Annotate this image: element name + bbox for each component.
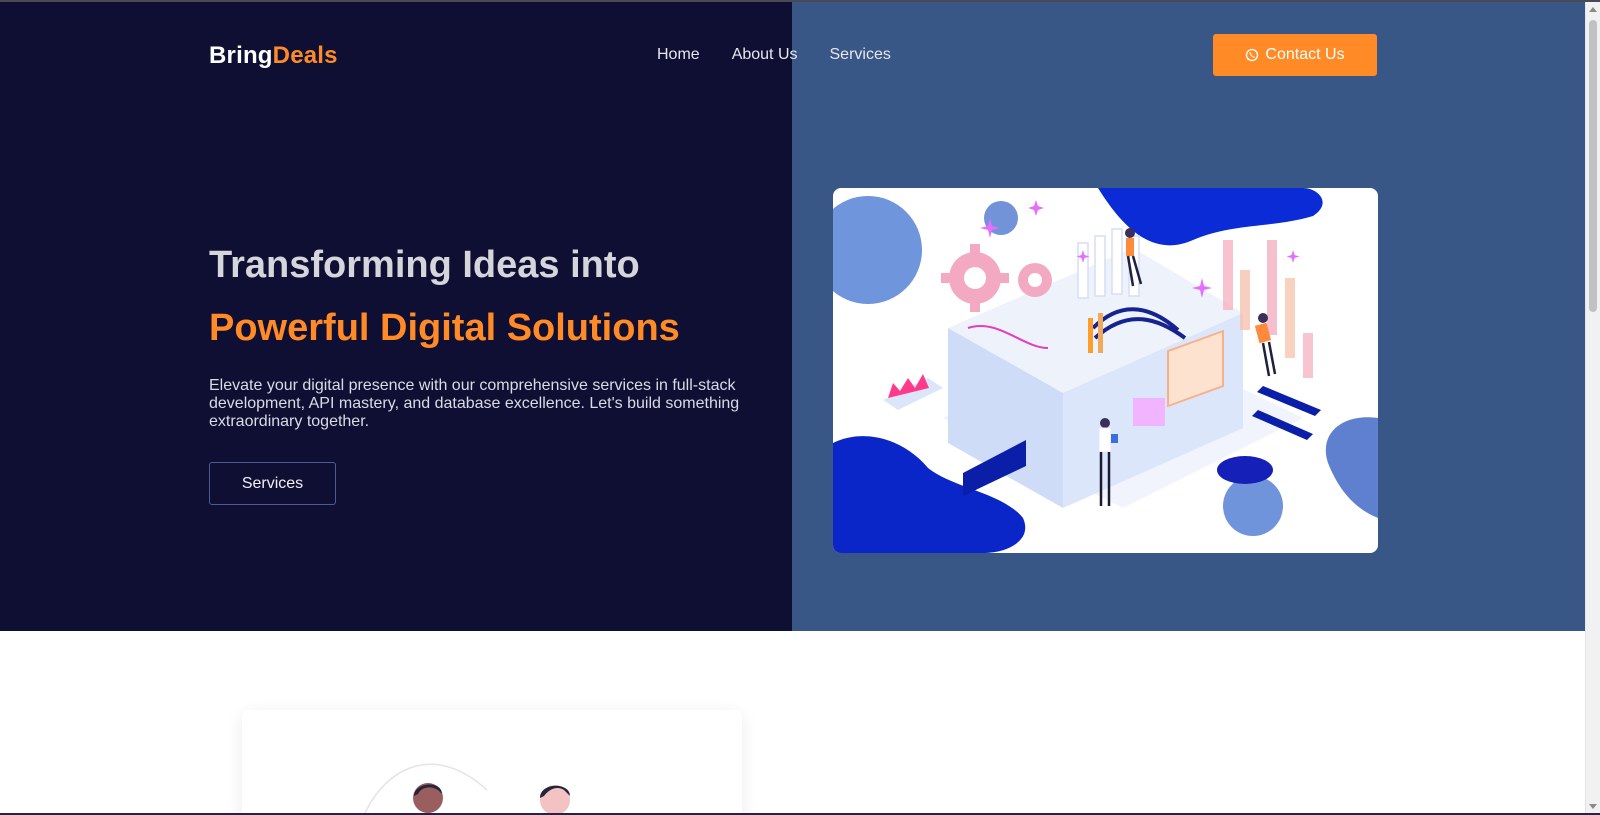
brand-logo-part1: Bring [209,42,273,69]
scroll-down-arrow-icon[interactable] [1589,804,1597,809]
screen-chart [1133,398,1165,426]
hero-illustration-card [833,188,1378,553]
scrollbar-thumb[interactable] [1589,20,1597,312]
server-isometric-illustration [833,188,1378,553]
main-nav: Home About Us Services [657,46,891,64]
contact-us-label: Contact Us [1265,46,1345,63]
brand-logo[interactable]: BringDeals [209,42,338,70]
blob-right [1325,417,1378,518]
gear-small [1018,263,1052,297]
circle-bottom [1223,476,1283,536]
contact-us-button[interactable]: Contact Us [1213,34,1377,76]
whatsapp-icon [1246,48,1259,62]
browser-top-edge [0,0,1600,2]
scroll-up-arrow-icon[interactable] [1589,7,1597,12]
hero-section: BringDeals Home About Us Services Contac… [0,2,1585,631]
blue-disc [1217,456,1273,484]
hero-title-line2: Powerful Digital Solutions [209,307,680,349]
about-illustration-card [242,710,742,815]
hero-description: Elevate your digital presence with our c… [209,377,740,430]
hero-services-button[interactable]: Services [209,462,336,505]
page-scrollbar[interactable] [1585,2,1600,815]
nav-link-home[interactable]: Home [657,46,700,64]
hero-title-line1: Transforming Ideas into [209,244,640,286]
nav-link-services[interactable]: Services [830,46,891,64]
nav-link-about[interactable]: About Us [732,46,798,64]
gear-large [941,244,1009,312]
circle-large [833,196,922,304]
brand-logo-part2: Deals [272,42,338,69]
people-illustration [363,763,570,815]
